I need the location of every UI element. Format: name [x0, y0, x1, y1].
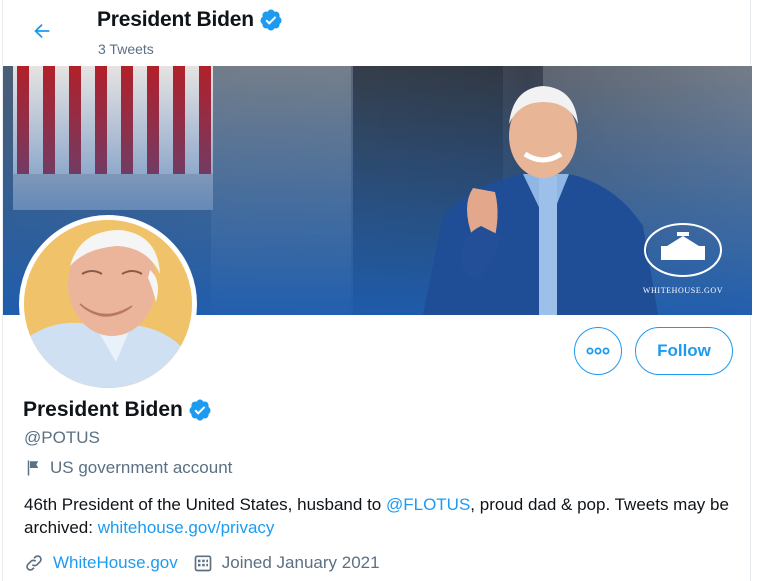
follow-button[interactable]: Follow [635, 327, 733, 375]
bio-mention-link[interactable]: @FLOTUS [386, 495, 470, 514]
joined-date: Joined January 2021 [221, 553, 380, 572]
more-dots-icon [586, 347, 610, 355]
profile-header-bar: President Biden 3 Tweets [3, 0, 750, 64]
bio-text-part1: 46th President of the United States, hus… [24, 495, 386, 514]
website-link[interactable]: WhiteHouse.gov [53, 553, 178, 573]
profile-meta-row: WhiteHouse.gov Joined January 2021 [24, 553, 380, 573]
verified-badge-icon [260, 9, 282, 31]
calendar-icon [194, 555, 212, 572]
more-options-button[interactable] [574, 327, 622, 375]
back-button[interactable] [25, 14, 59, 48]
tweet-count: 3 Tweets [98, 41, 154, 57]
profile-name-row: President Biden [23, 398, 212, 422]
header-title: President Biden [97, 8, 254, 31]
avatar[interactable] [19, 215, 197, 393]
flag-icon [27, 460, 39, 476]
whitehouse-logo-text: WHITEHOUSE.GOV [643, 286, 723, 295]
arrow-left-icon [34, 23, 50, 39]
avatar-image [24, 220, 192, 388]
account-label[interactable]: US government account [24, 458, 232, 478]
account-label-text: US government account [50, 458, 233, 477]
profile-bio: 46th President of the United States, hus… [24, 493, 734, 539]
profile-name: President Biden [23, 398, 183, 421]
bio-privacy-link[interactable]: whitehouse.gov/privacy [98, 518, 275, 537]
profile-handle: @POTUS [24, 428, 100, 447]
verified-badge-icon[interactable] [188, 398, 212, 422]
profile-column: President Biden 3 Tweets WHITEHOUSE.GOV … [2, 0, 752, 581]
link-icon [26, 555, 42, 571]
header-title-row: President Biden [97, 8, 283, 32]
